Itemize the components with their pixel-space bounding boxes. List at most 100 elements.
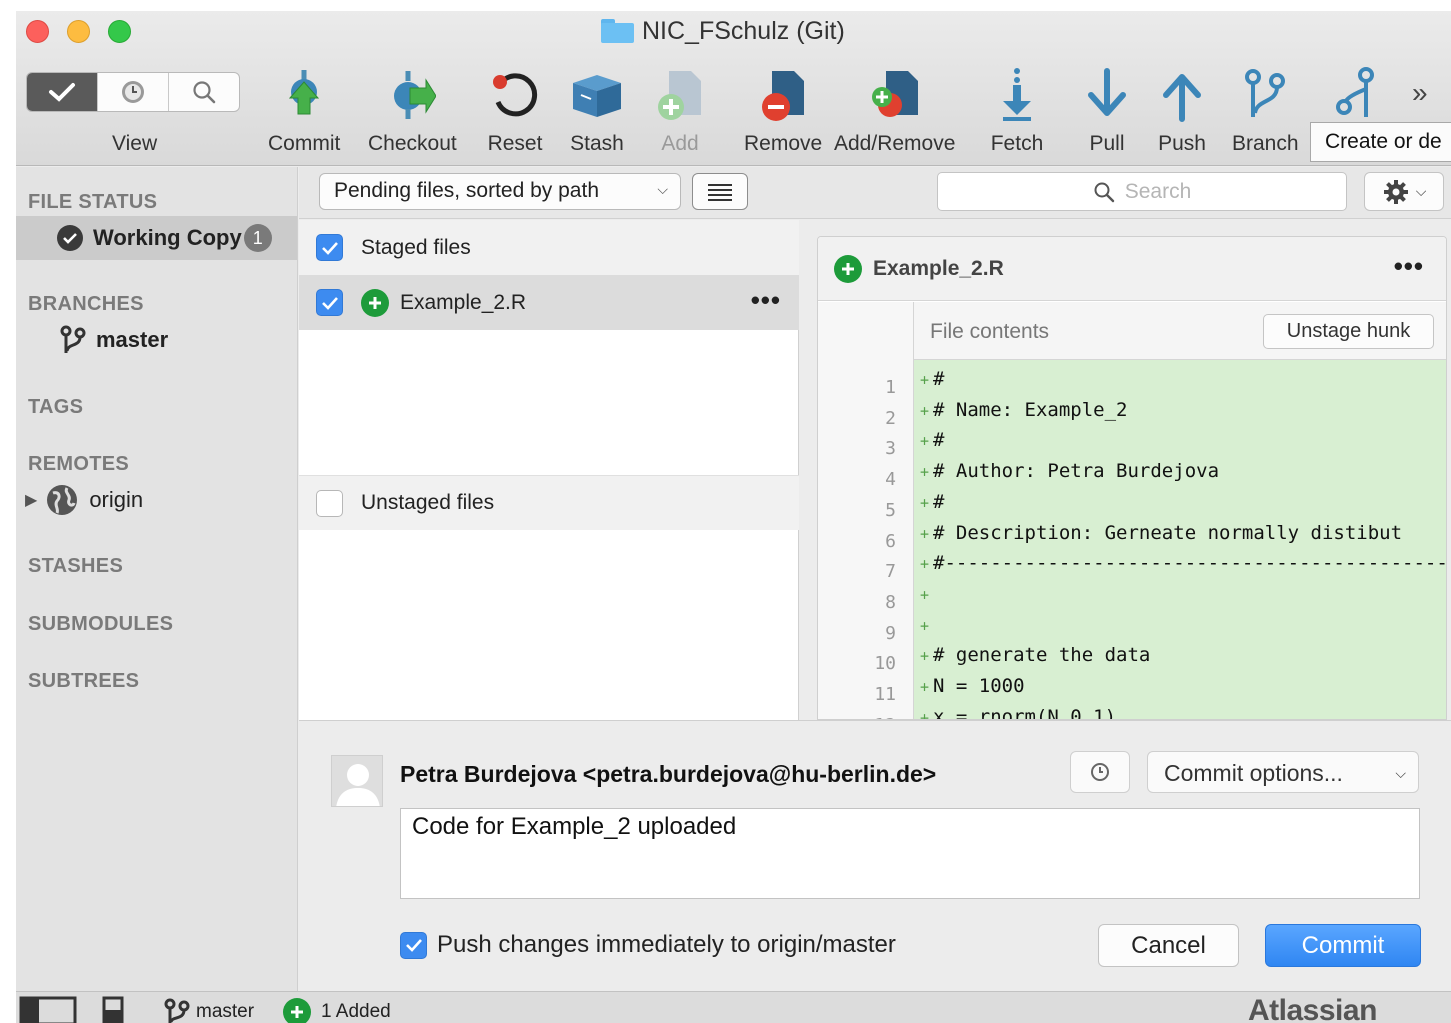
status-bar: master 1 Added Atlassian [16,991,1451,1023]
diff-actions-more-button[interactable]: ••• [1394,251,1424,282]
diff-line-text: # [933,368,945,390]
clock-icon [1091,763,1109,781]
section-tags[interactable]: TAGS [28,396,83,419]
pull-tool-button[interactable]: Pull [1079,66,1135,156]
disclosure-triangle-icon[interactable]: ▶ [25,490,37,510]
stash-box-icon [573,75,621,117]
remove-tool-button[interactable]: Remove [744,66,822,156]
zoom-window-button[interactable] [108,20,131,43]
commit-options-dropdown[interactable]: Commit options... ⌵ [1147,751,1419,793]
section-file-status[interactable]: FILE STATUS [28,191,157,214]
diff-line-text: # generate the data [933,644,1151,667]
view-history-button[interactable] [98,73,169,111]
stash-tool-button[interactable]: Stash [569,66,625,156]
diff-line: + # [914,429,1446,459]
avatar [331,755,383,807]
add-remove-tool-button[interactable]: Add/Remove [834,66,955,156]
pull-arrow-icon [1088,68,1126,116]
line-number: 11 [874,684,896,705]
commit-tool-button[interactable]: Commit [268,66,340,156]
section-subtrees[interactable]: SUBTREES [28,670,139,693]
branch-tool-button[interactable]: Branch [1232,66,1299,156]
working-copy-count-badge: 1 [243,224,272,252]
added-line-marker: + [920,463,930,482]
toolbar-overflow-chevron[interactable]: » [1412,77,1428,109]
settings-menu-button[interactable]: ⌵ [1364,172,1444,211]
gear-icon [1383,179,1408,204]
commit-author: Petra Burdejova <petra.burdejova@hu-berl… [400,761,937,787]
list-view-toggle-button[interactable] [692,173,748,210]
user-silhouette-icon [336,764,380,806]
added-line-marker: + [920,524,930,543]
bottom-panel-icon [102,996,124,1023]
hunk-header: File contents Unstage hunk [913,302,1446,360]
staged-file-checkbox[interactable] [316,289,343,316]
sidebar-layout-icon [19,996,77,1023]
sidebar-item-master[interactable]: master [60,325,168,355]
added-line-marker: + [920,585,930,604]
push-arrow-icon [1163,74,1201,122]
push-immediately-option[interactable]: Push changes immediately to origin/maste… [400,931,896,959]
close-window-button[interactable] [26,20,49,43]
line-number: 8 [885,591,896,613]
commit-message-textarea[interactable]: Code for Example_2 uploaded [400,808,1420,899]
cancel-button[interactable]: Cancel [1098,924,1239,967]
added-line-marker: + [920,647,930,666]
diff-line: + # Name: Example_2 [914,399,1446,429]
view-segmented-control [26,72,240,112]
toolbar: NIC_FSchulz (Git) View Commit Checkout R… [16,11,1451,166]
line-number: 9 [885,622,896,644]
search-input[interactable]: Search [937,172,1347,211]
fetch-icon [1003,68,1031,121]
line-number: 3 [885,438,896,460]
push-tool-button[interactable]: Push [1154,66,1210,156]
commit-history-button[interactable] [1070,751,1130,793]
view-search-button[interactable] [169,73,239,111]
section-branches[interactable]: BRANCHES [28,293,144,316]
commit-button[interactable]: Commit [1265,924,1421,967]
staged-file-row[interactable]: Example_2.R ••• [299,275,799,330]
chevron-down-icon: ⌵ [1395,765,1406,781]
section-remotes[interactable]: REMOTES [28,453,129,476]
view-file-status-button[interactable] [27,73,98,111]
line-number: 6 [885,530,896,552]
window-title: NIC_FSchulz (Git) [601,17,845,45]
commit-icon [289,70,320,115]
line-number: 2 [885,407,896,429]
checkout-tool-button[interactable]: Checkout [368,66,457,156]
toggle-bottom-panel-button[interactable] [102,996,124,1023]
staged-files-header[interactable]: Staged files [299,220,799,275]
unstaged-select-all-checkbox[interactable] [316,489,343,517]
check-circle-icon [57,225,83,251]
chevron-down-icon: ⌵ [657,181,668,197]
diff-pane: Example_2.R ••• 123456789101112 File con… [800,220,1451,720]
status-added-count: 1 Added [283,998,391,1023]
search-icon [193,81,216,104]
added-file-icon [283,998,311,1023]
add-tool-button[interactable]: Add [652,66,708,156]
file-actions-more-button[interactable]: ••• [751,285,781,316]
unstaged-files-header[interactable]: Unstaged files [299,475,799,530]
commit-panel: Petra Burdejova <petra.burdejova@hu-berl… [299,720,1451,991]
toggle-sidebar-button[interactable] [19,996,77,1023]
diff-file-header: Example_2.R ••• [818,237,1446,301]
checkmark-icon [321,241,338,255]
push-immediately-checkbox[interactable] [400,931,427,959]
reset-tool-button[interactable]: Reset [487,66,543,156]
minimize-window-button[interactable] [67,20,90,43]
sort-dropdown[interactable]: Pending files, sorted by path ⌵ [319,173,681,210]
fetch-tool-button[interactable]: Fetch [989,66,1045,156]
branch-icon [164,998,190,1023]
sidebar-item-working-copy[interactable]: Working Copy 1 [57,224,272,252]
section-submodules[interactable]: SUBMODULES [28,613,173,636]
diff-line-text: # Description: Gerneate normally distibu… [933,521,1403,544]
staged-select-all-checkbox[interactable] [316,234,343,261]
merge-tool-button[interactable] [1330,66,1386,124]
unstage-hunk-button[interactable]: Unstage hunk [1263,314,1434,349]
remove-file-icon [762,71,805,121]
diff-line-text: # [933,429,945,452]
added-line-marker: + [920,493,930,512]
section-stashes[interactable]: STASHES [28,555,123,578]
diff-line: + # [914,368,1446,398]
sidebar-item-origin[interactable]: ▶ origin [25,483,143,517]
